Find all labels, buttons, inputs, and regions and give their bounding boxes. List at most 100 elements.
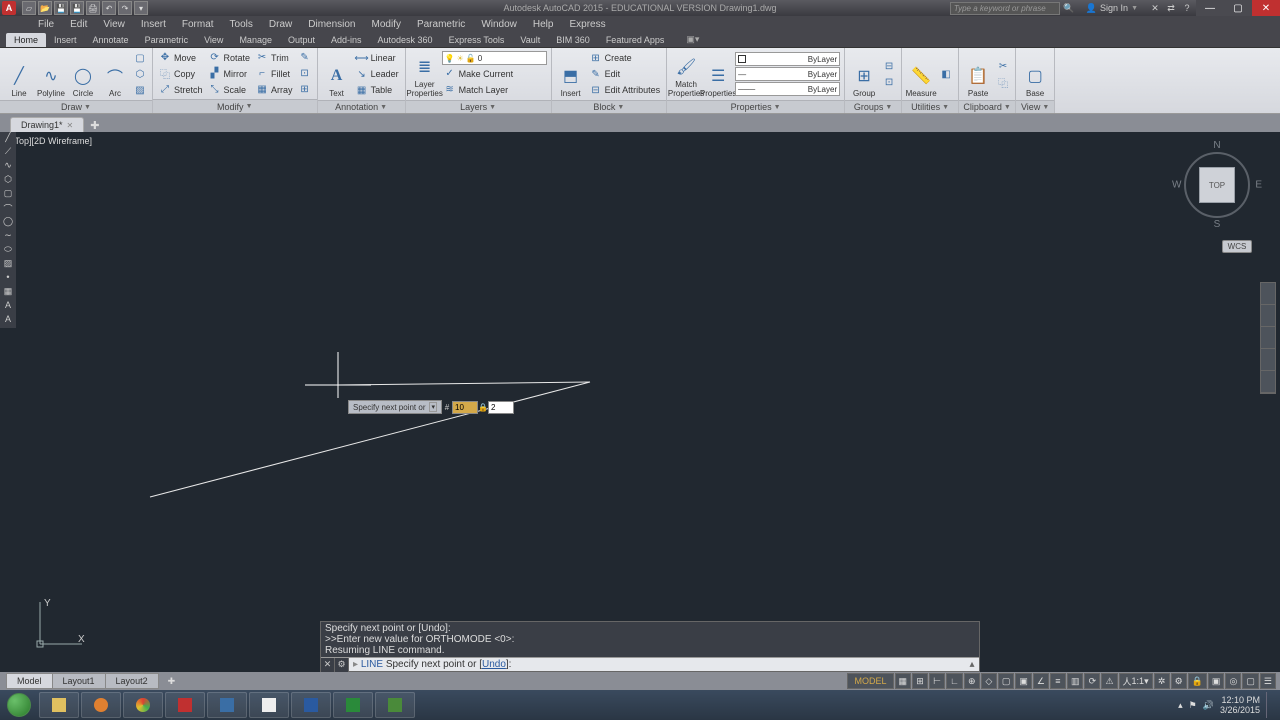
layout-tab-layout1[interactable]: Layout1 (52, 673, 106, 689)
tab-a360[interactable]: Autodesk 360 (370, 33, 441, 47)
linetype-dropdown[interactable]: ───ByLayer (735, 82, 840, 96)
qat-saveas-icon[interactable]: 💾 (70, 1, 84, 15)
exchange-icon[interactable]: ✕ (1148, 1, 1162, 15)
draw-extra2[interactable]: ⬡ (132, 67, 148, 82)
status-osnap-icon[interactable]: ▢ (998, 673, 1015, 689)
modify-extra2[interactable]: ⊡ (297, 66, 313, 81)
task-excel[interactable] (333, 692, 373, 718)
tool-hatch-icon[interactable]: ▨ (0, 258, 16, 272)
status-grid-icon[interactable]: ▦ (895, 673, 912, 689)
group-button[interactable]: ⊞Group (849, 50, 879, 98)
viewcube-w[interactable]: W (1172, 180, 1181, 191)
nav-orbit-icon[interactable] (1261, 349, 1275, 371)
ucs-icon[interactable]: Y X (30, 594, 90, 654)
panel-layers-title[interactable]: Layers (460, 102, 487, 112)
task-autocad2[interactable] (207, 692, 247, 718)
nav-pan-icon[interactable] (1261, 305, 1275, 327)
nav-zoom-icon[interactable] (1261, 327, 1275, 349)
close-button[interactable]: ✕ (1252, 0, 1280, 16)
panel-annotation-title[interactable]: Annotation (335, 102, 378, 112)
create-block-button[interactable]: ⊞Create (588, 51, 663, 66)
panel-block-title[interactable]: Block (593, 102, 615, 112)
status-annomonitor-icon[interactable]: ⚠ (1101, 673, 1117, 689)
menu-tools[interactable]: Tools (222, 19, 261, 30)
viewcube[interactable]: N S W E TOP (1172, 140, 1262, 230)
qat-plot-icon[interactable]: 🖨 (86, 1, 100, 15)
menu-dimension[interactable]: Dimension (300, 19, 363, 30)
panel-utilities-title[interactable]: Utilities (911, 102, 940, 112)
show-desktop-button[interactable] (1266, 692, 1274, 718)
stayconnected-icon[interactable]: ⇄ (1164, 1, 1178, 15)
lineweight-dropdown[interactable]: —ByLayer (735, 67, 840, 81)
table-button[interactable]: ▦Table (354, 83, 401, 98)
dynamic-distance-input[interactable] (452, 401, 478, 414)
status-infer-icon[interactable]: ⊢ (929, 673, 945, 689)
measure-button[interactable]: 📏Measure (906, 50, 936, 98)
menu-insert[interactable]: Insert (133, 19, 174, 30)
copy-clip-button[interactable]: ⿻ (995, 75, 1011, 90)
cmd-undo-link[interactable]: Undo (482, 659, 506, 670)
status-snap-icon[interactable]: ⊞ (912, 673, 928, 689)
draw-extra1[interactable]: ▢ (132, 51, 148, 66)
qat-redo-icon[interactable]: ↷ (118, 1, 132, 15)
search-go-icon[interactable]: 🔍 (1062, 1, 1076, 15)
status-isolate-icon[interactable]: ◎ (1225, 673, 1241, 689)
status-hardware-icon[interactable]: ▣ (1208, 673, 1225, 689)
circle-button[interactable]: ◯Circle (68, 50, 98, 98)
qat-undo-icon[interactable]: ↶ (102, 1, 116, 15)
menu-window[interactable]: Window (473, 19, 525, 30)
minimize-button[interactable]: — (1196, 0, 1224, 16)
menu-parametric[interactable]: Parametric (409, 19, 473, 30)
menu-express[interactable]: Express (561, 19, 613, 30)
tab-insert[interactable]: Insert (46, 33, 85, 47)
array-button[interactable]: ▦Array (254, 82, 295, 97)
layer-properties-button[interactable]: ≣Layer Properties (410, 50, 440, 98)
menu-view[interactable]: View (95, 19, 133, 30)
tool-pline-icon[interactable]: ∿ (0, 160, 16, 174)
maximize-button[interactable]: ▢ (1224, 0, 1252, 16)
status-cleanscreen-icon[interactable]: ▢ (1242, 673, 1259, 689)
tool-point-icon[interactable]: • (0, 272, 16, 286)
tray-flag-icon[interactable]: ⚑ (1189, 700, 1197, 711)
status-cycling-icon[interactable]: ⟳ (1084, 673, 1100, 689)
status-workspace-icon[interactable]: ⚙ (1171, 673, 1187, 689)
edit-attr-button[interactable]: ⊟Edit Attributes (588, 83, 663, 98)
status-annoscale[interactable]: 人 1:1 ▾ (1119, 673, 1153, 689)
tool-rect-icon[interactable]: ▢ (0, 188, 16, 202)
tool-circle-icon[interactable]: ◯ (0, 216, 16, 230)
menu-modify[interactable]: Modify (364, 19, 409, 30)
trim-button[interactable]: ✂Trim (254, 50, 295, 65)
status-3dosnap-icon[interactable]: ▣ (1015, 673, 1032, 689)
status-polar-icon[interactable]: ⊕ (964, 673, 980, 689)
prompt-options-icon[interactable]: ▾ (429, 402, 437, 412)
tool-xline-icon[interactable]: ⟋ (0, 146, 16, 160)
tool-arc-icon[interactable]: ⌒ (0, 202, 16, 216)
move-button[interactable]: ✥Move (157, 50, 205, 65)
qat-open-icon[interactable]: 📂 (38, 1, 52, 15)
insert-block-button[interactable]: ⬒Insert (556, 50, 586, 98)
line-button[interactable]: ╱Line (4, 50, 34, 98)
status-transparency-icon[interactable]: ▥ (1067, 673, 1084, 689)
help-search-input[interactable]: Type a keyword or phrase (950, 2, 1060, 15)
layer-dropdown[interactable]: 💡 ☀ 🔓 0 (442, 51, 547, 65)
menu-file[interactable]: File (30, 19, 62, 30)
tool-text-icon[interactable]: A (0, 300, 16, 314)
copy-button[interactable]: ⿻Copy (157, 66, 205, 81)
layout-tab-layout2[interactable]: Layout2 (105, 673, 159, 689)
close-tab-icon[interactable]: ✕ (67, 121, 74, 130)
panel-draw-title[interactable]: Draw (61, 102, 82, 112)
task-camtasia[interactable] (375, 692, 415, 718)
tab-annotate[interactable]: Annotate (85, 33, 137, 47)
modify-extra3[interactable]: ⊞ (297, 82, 313, 97)
viewcube-top-face[interactable]: TOP (1199, 167, 1235, 203)
start-button[interactable] (0, 690, 38, 720)
tray-clock[interactable]: 12:10 PM3/26/2015 (1220, 695, 1260, 715)
polyline-button[interactable]: ∿Polyline (36, 50, 66, 98)
cmd-close-icon[interactable]: ✕ (321, 658, 335, 672)
add-layout-button[interactable]: ✚ (158, 674, 186, 689)
group-extra[interactable]: ⊟ (881, 59, 897, 74)
menu-format[interactable]: Format (174, 19, 222, 30)
task-word[interactable] (291, 692, 331, 718)
properties-button[interactable]: ☰Properties (703, 50, 733, 98)
base-view-button[interactable]: ▢Base (1020, 50, 1050, 98)
